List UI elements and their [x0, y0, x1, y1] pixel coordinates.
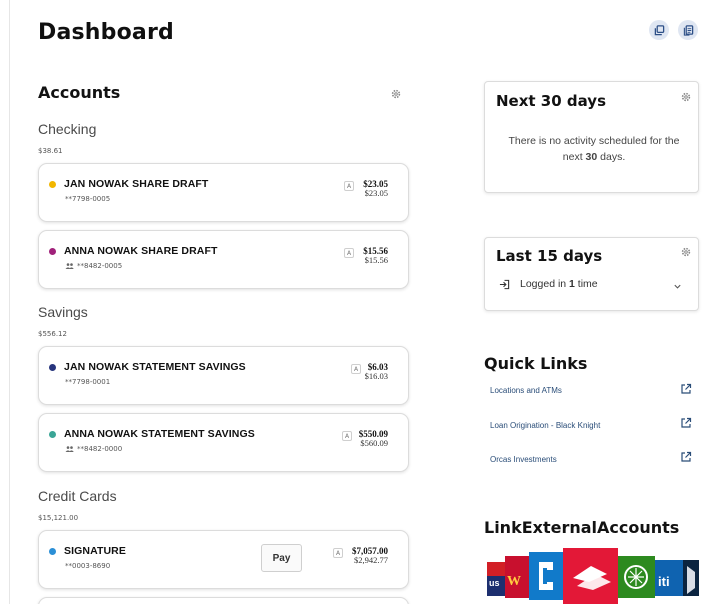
- last-15-days-card: Last 15 days Logged in 1 time: [484, 237, 699, 311]
- chase-logo: [529, 552, 563, 600]
- current-balance: $560.09: [360, 438, 388, 449]
- account-balance: $6.03 $16.03: [364, 362, 388, 382]
- us-bank-logo: us: [487, 562, 505, 596]
- last-15-days-title: Last 15 days: [496, 247, 603, 265]
- link-external-accounts-heading: LinkExternalAccounts: [484, 518, 680, 537]
- external-link-icon[interactable]: [680, 383, 692, 395]
- external-link-icon[interactable]: [680, 451, 692, 463]
- svg-text:us: us: [489, 578, 500, 588]
- documents-button[interactable]: [678, 20, 698, 40]
- account-balance: $23.05 $23.05: [363, 179, 388, 199]
- document-icon: [683, 24, 693, 36]
- svg-text:W: W: [507, 574, 521, 589]
- account-card[interactable]: SIGNATURE **0003-8690 Pay A $7,057.00 $2…: [38, 530, 409, 589]
- current-balance: $15.56: [364, 255, 388, 266]
- availability-badge: A: [344, 181, 354, 191]
- account-name: SIGNATURE: [64, 545, 126, 557]
- account-number: **8482-0005: [65, 262, 122, 270]
- external-link-icon[interactable]: [680, 417, 692, 429]
- copy-icon: [654, 24, 664, 35]
- group-total-savings: $556.12: [38, 330, 67, 338]
- current-balance: $23.05: [364, 188, 388, 199]
- joint-owners-icon: [65, 446, 74, 452]
- td-bank-logo: [618, 556, 655, 598]
- gear-icon[interactable]: [390, 88, 402, 100]
- account-number: **8482-0000: [65, 445, 122, 453]
- quick-link-locations-atms[interactable]: Locations and ATMs: [490, 386, 562, 395]
- next-30-days-card: Next 30 days There is no activity schedu…: [484, 81, 699, 193]
- group-total-checking: $38.61: [38, 147, 63, 155]
- wells-fargo-logo: W: [505, 556, 529, 598]
- quick-link-orcas-investments[interactable]: Orcas Investments: [490, 455, 557, 464]
- account-card[interactable]: JAN NOWAK STATEMENT SAVINGS **7798-0001 …: [38, 346, 409, 405]
- svg-text:iti: iti: [658, 574, 670, 589]
- group-label-checking: Checking: [38, 121, 97, 137]
- group-label-savings: Savings: [38, 304, 88, 320]
- usaa-logo: [683, 560, 699, 596]
- account-number: **0003-8690: [65, 562, 111, 570]
- citi-logo: iti: [655, 560, 683, 596]
- left-divider: [9, 0, 10, 604]
- gear-icon[interactable]: [680, 246, 692, 258]
- account-card[interactable]: [38, 597, 409, 604]
- availability-badge: A: [351, 364, 361, 374]
- gear-icon[interactable]: [680, 91, 692, 103]
- account-card[interactable]: ANNA NOWAK STATEMENT SAVINGS **8482-0000…: [38, 413, 409, 472]
- accounts-heading: Accounts: [38, 83, 121, 102]
- account-number: **7798-0005: [65, 195, 111, 203]
- pay-button[interactable]: Pay: [261, 544, 302, 572]
- chevron-down-icon[interactable]: [673, 282, 682, 291]
- quick-link-loan-origination[interactable]: Loan Origination - Black Knight: [490, 421, 600, 430]
- account-balance: $15.56 $15.56: [363, 246, 388, 266]
- account-color-dot: [49, 364, 56, 371]
- account-name: ANNA NOWAK SHARE DRAFT: [64, 245, 218, 257]
- account-balance: $7,057.00 $2,942.77: [352, 546, 388, 566]
- bank-logos-strip[interactable]: us W iti: [487, 548, 699, 604]
- copy-button[interactable]: [649, 20, 669, 40]
- next-30-days-title: Next 30 days: [496, 92, 606, 110]
- availability-badge: A: [344, 248, 354, 258]
- bank-of-america-logo: [563, 548, 618, 604]
- account-balance: $550.09 $560.09: [359, 429, 388, 449]
- availability-badge: A: [333, 548, 343, 558]
- account-name: ANNA NOWAK STATEMENT SAVINGS: [64, 428, 255, 440]
- account-number: **7798-0001: [65, 378, 111, 386]
- account-color-dot: [49, 181, 56, 188]
- sign-in-icon: [499, 279, 510, 289]
- group-label-credit-cards: Credit Cards: [38, 488, 117, 504]
- current-balance: $2,942.77: [354, 555, 388, 566]
- current-balance: $16.03: [364, 371, 388, 382]
- group-total-credit-cards: $15,121.00: [38, 514, 79, 522]
- joint-owners-icon: [65, 263, 74, 269]
- account-card[interactable]: ANNA NOWAK SHARE DRAFT **8482-0005 A $15…: [38, 230, 409, 289]
- account-name: JAN NOWAK STATEMENT SAVINGS: [64, 361, 246, 373]
- quick-links-heading: Quick Links: [484, 354, 588, 373]
- account-color-dot: [49, 431, 56, 438]
- account-name: JAN NOWAK SHARE DRAFT: [64, 178, 209, 190]
- account-color-dot: [49, 248, 56, 255]
- page-title: Dashboard: [38, 20, 174, 45]
- availability-badge: A: [342, 431, 352, 441]
- login-summary: Logged in 1 time: [499, 278, 598, 290]
- no-activity-message: There is no activity scheduled for the n…: [508, 135, 680, 164]
- account-card[interactable]: JAN NOWAK SHARE DRAFT **7798-0005 A $23.…: [38, 163, 409, 222]
- account-color-dot: [49, 548, 56, 555]
